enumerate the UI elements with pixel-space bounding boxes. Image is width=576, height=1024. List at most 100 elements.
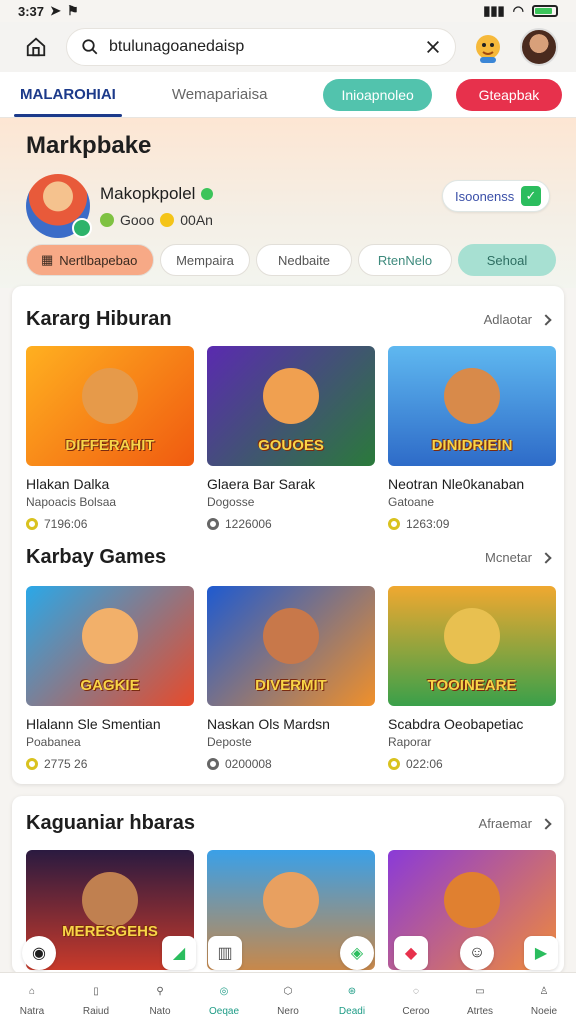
game-subtitle: Poabanea — [26, 735, 81, 749]
game-subtitle: Raporar — [388, 735, 432, 749]
chip-4[interactable]: RtenNelo — [358, 244, 452, 276]
search-input[interactable] — [109, 38, 415, 56]
chip-1-label: Nertlbapebao — [59, 252, 138, 268]
red-action-button[interactable]: Gteapbak — [455, 78, 562, 111]
profile-name: Makopkpolel — [100, 184, 196, 203]
game-count-value: 022:06 — [406, 757, 443, 771]
shortcut-icon-2[interactable]: ▥ — [208, 936, 242, 970]
shortcut-icon-5[interactable]: ☺ — [460, 936, 494, 970]
search-icon — [82, 39, 98, 55]
play-count-icon — [26, 758, 38, 770]
hexagon-icon: ⬡ — [283, 986, 293, 997]
nav-label: Deadi — [338, 1005, 366, 1017]
game-subtitle: Gatoane — [388, 495, 435, 509]
profile-meta: Gooo 00An — [100, 212, 213, 228]
see-all-link[interactable]: Adlaotar — [484, 312, 552, 327]
teal-action-button[interactable]: Inioapnoleo — [323, 78, 432, 111]
game-count: 1263:09 — [388, 517, 556, 531]
see-all-label: Mcnetar — [485, 550, 532, 565]
section-header: Kararg Hiburan Adlaotar — [26, 308, 552, 331]
nav-label: Atrtes — [466, 1005, 494, 1017]
game-tile[interactable]: TOOINEARE Scabdra Oeobapetiac Raporar 02… — [388, 586, 556, 771]
game-thumbnail[interactable]: DINIDRIEIN — [388, 346, 556, 466]
play-count-icon — [26, 518, 38, 530]
wifi-icon: ◠ — [512, 3, 524, 18]
user-avatar[interactable] — [520, 28, 558, 66]
section-title: Kararg Hiburan — [26, 308, 172, 330]
game-count: 0200008 — [207, 757, 375, 771]
game-art-title: GAGKIE — [80, 677, 140, 694]
game-art-title: DIVERMIT — [255, 677, 327, 694]
profile-name-row: Makopkpolel — [100, 184, 214, 204]
game-tile[interactable]: GAGKIE Hlalann Sle Smentian Poabanea 277… — [26, 586, 194, 771]
game-subtitle: Napoacis Bolsaa — [26, 495, 117, 509]
game-count-value: 0200008 — [225, 757, 272, 771]
tab-main[interactable]: MALAROHIAI — [14, 78, 122, 117]
play-count-icon — [388, 758, 400, 770]
nav-item-4[interactable]: ◎ Oeqae — [192, 973, 256, 1024]
location-icon: ⚑ — [66, 3, 79, 18]
game-count: 7196:06 — [26, 517, 194, 531]
nav-item-7[interactable]: ◌ Ceroo — [384, 973, 448, 1024]
game-tile[interactable]: DINIDRIEIN Neotran Nle0kanaban Gatoane 1… — [388, 346, 556, 531]
see-all-link[interactable]: Mcnetar — [485, 550, 552, 565]
game-tile[interactable]: DIFFERAHIT Hlakan Dalka Napoacis Bolsaa … — [26, 346, 194, 531]
chip-5[interactable]: Sehoal — [458, 244, 556, 276]
game-thumbnail[interactable]: DIVERMIT — [207, 586, 375, 706]
game-count-value: 2775 26 — [44, 757, 88, 771]
check-icon: ✓ — [521, 186, 541, 206]
game-tile[interactable]: DIVERMIT Naskan Ols Mardsn Deposte 02000… — [207, 586, 375, 771]
gem-icon — [100, 213, 114, 227]
profile-meta-2: 00An — [180, 212, 213, 228]
shortcut-icon-4[interactable]: ◆ — [394, 936, 428, 970]
game-thumbnail[interactable]: GAGKIE — [26, 586, 194, 706]
nav-item-home[interactable]: ⌂ Natra — [0, 973, 64, 1024]
home-button[interactable] — [18, 29, 54, 65]
search-bar[interactable] — [66, 28, 456, 66]
tab-second[interactable]: Wemapariaisa — [166, 78, 274, 111]
game-thumbnail[interactable]: GOUOES — [207, 346, 375, 466]
character-art — [444, 872, 500, 928]
shortcut-icon-3[interactable]: ◈ — [340, 936, 374, 970]
app-logo-icon[interactable]: ◉ — [22, 936, 56, 970]
nav-item-search[interactable]: ⚲ Nato — [128, 973, 192, 1024]
game-art-title: GOUOES — [258, 437, 324, 454]
mascot-icon[interactable] — [468, 27, 508, 67]
shortcut-icon-1[interactable]: ◢ — [162, 936, 196, 970]
signal-icon: ▮▮▮ — [483, 3, 505, 18]
nav-item-6[interactable]: ⊛ Deadi — [320, 973, 384, 1024]
chip-1[interactable]: ▦ Nertlbapebao — [26, 244, 154, 276]
game-art-title: TOOINEARE — [427, 677, 517, 694]
game-count-value: 1263:09 — [406, 517, 450, 531]
profile-avatar[interactable] — [26, 174, 92, 238]
game-count: 1226006 — [207, 517, 375, 531]
chip-2[interactable]: Mempaira — [160, 244, 250, 276]
chevron-right-icon — [540, 817, 552, 830]
clear-icon[interactable] — [425, 39, 441, 55]
home-icon: ⌂ — [28, 986, 36, 997]
game-subtitle: Dogosse — [207, 495, 255, 509]
game-tile[interactable]: GOUOES Glaera Bar Sarak Dogosse 1226006 — [207, 346, 375, 531]
game-row: GAGKIE Hlalann Sle Smentian Poabanea 277… — [26, 586, 556, 771]
section-title: Kaguaniar hbaras — [26, 812, 195, 834]
nav-item-profile[interactable]: ♙ Noeie — [512, 973, 576, 1024]
nav-item-5[interactable]: ⬡ Nero — [256, 973, 320, 1024]
game-thumbnail[interactable]: DIFFERAHIT — [26, 346, 194, 466]
profile-status-button[interactable]: Isoonenss ✓ — [442, 180, 550, 212]
nav-item-2[interactable]: ▯ Raiud — [64, 973, 128, 1024]
game-thumbnail[interactable]: TOOINEARE — [388, 586, 556, 706]
quick-icons-row: ◉ ◢ ▥ ◈ ◆ ☺ ▶ — [0, 936, 576, 972]
see-all-link[interactable]: Afraemar — [479, 816, 552, 831]
nav-label: Oeqae — [208, 1005, 240, 1017]
shortcut-icon-6[interactable]: ▶ — [524, 936, 558, 970]
chevron-right-icon — [540, 551, 552, 564]
game-title: Hlakan Dalka — [26, 476, 110, 492]
home-icon — [26, 37, 46, 57]
nav-item-8[interactable]: ▭ Atrtes — [448, 973, 512, 1024]
game-title: Glaera Bar Sarak — [207, 476, 316, 492]
chip-3[interactable]: Nedbaite — [256, 244, 352, 276]
game-count-value: 1226006 — [225, 517, 272, 531]
character-art — [263, 872, 319, 928]
coin-icon — [160, 213, 175, 227]
character-art — [82, 368, 138, 424]
